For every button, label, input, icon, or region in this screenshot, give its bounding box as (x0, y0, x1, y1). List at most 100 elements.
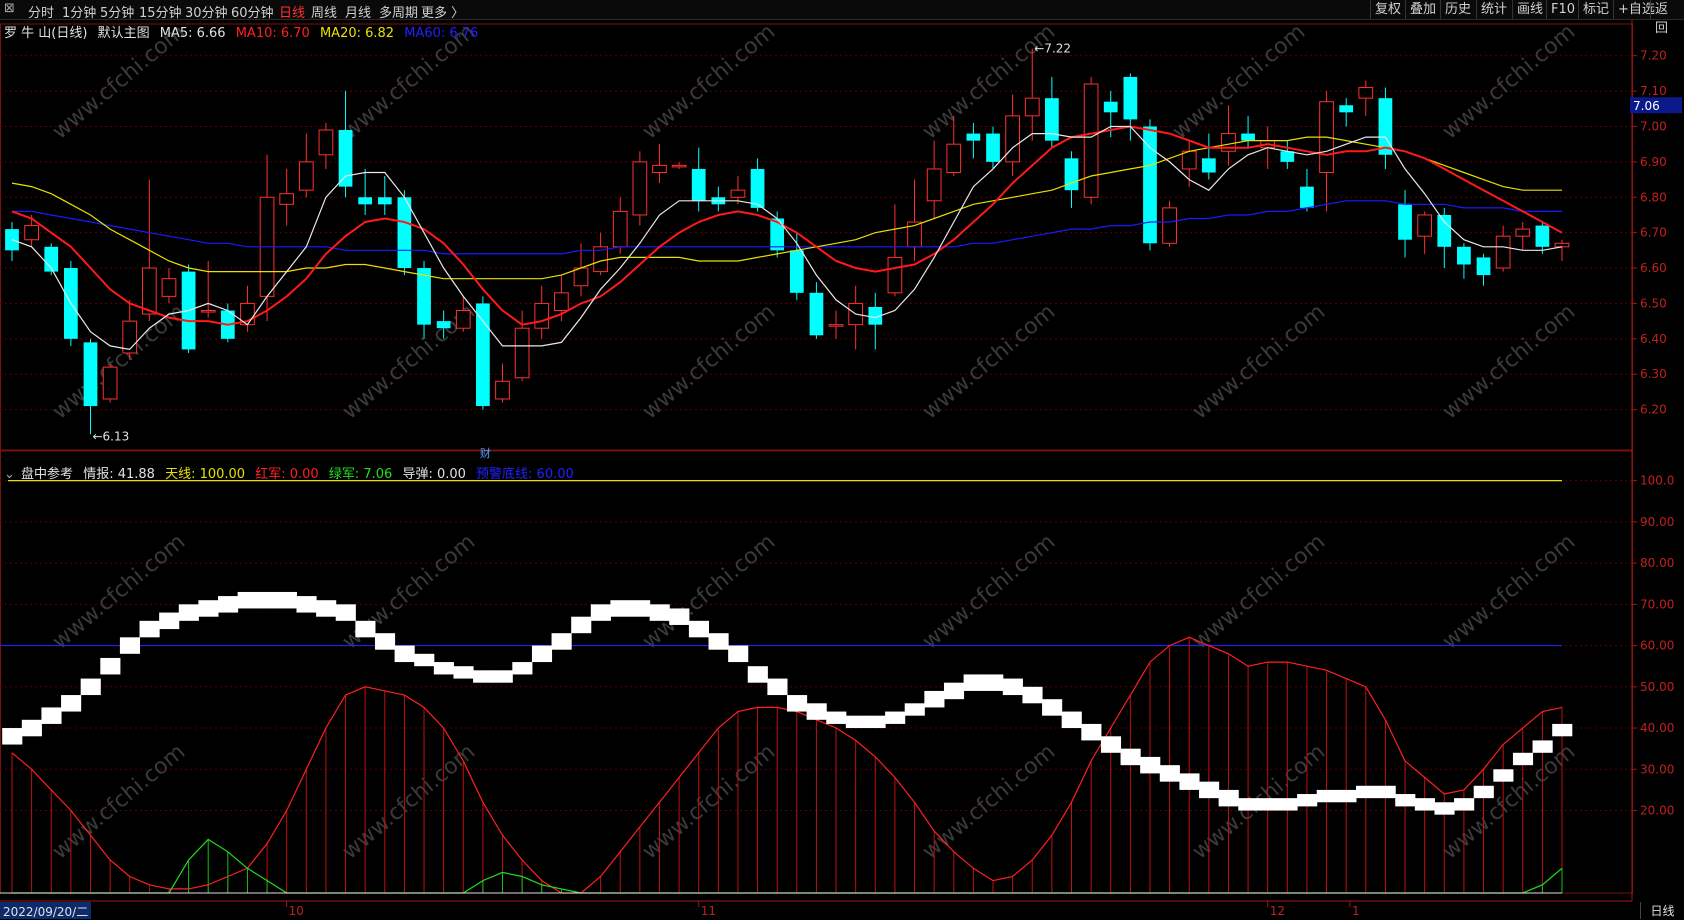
candle (1339, 98, 1354, 127)
candle-body (1554, 242, 1570, 248)
candle-body (1162, 207, 1177, 244)
candle-body (1143, 126, 1157, 244)
ma60-label: MA60: 6.76 (404, 26, 479, 41)
toolbar-button[interactable]: 历史 (1440, 0, 1475, 19)
band-block (218, 596, 239, 613)
band-block (728, 645, 749, 663)
candle (868, 292, 883, 350)
y-tick-label: 90.00 (1640, 515, 1674, 529)
candle-body (1300, 186, 1314, 208)
candle-body (671, 164, 687, 168)
bottom-period-tab[interactable]: 日线 (1640, 902, 1684, 919)
candle-body (652, 164, 667, 173)
candle-body (1103, 101, 1118, 113)
watermark: www.cfchi.com (918, 529, 1060, 654)
band-block (21, 719, 42, 737)
band-block (1042, 699, 1063, 716)
candle (652, 144, 667, 184)
candle-body (828, 324, 844, 327)
candle (1280, 140, 1295, 169)
period-tab[interactable]: 30分钟 (185, 2, 228, 21)
candle (966, 122, 981, 159)
toolbar-button[interactable]: 复权 (1370, 0, 1405, 19)
toolbar-button[interactable]: 返回 (1650, 0, 1684, 36)
band-block (276, 591, 297, 609)
y-tick-label: 6.50 (1640, 296, 1667, 310)
band-block (1100, 736, 1122, 753)
band-block (1355, 785, 1377, 799)
candle (279, 168, 295, 226)
watermark: www.cfchi.com (338, 739, 480, 864)
candle (83, 338, 98, 435)
candle (1045, 76, 1059, 148)
band-block (904, 703, 925, 716)
period-tab[interactable]: 多周期 (379, 2, 418, 21)
candle (828, 310, 844, 339)
candle (1005, 94, 1020, 177)
main-border (0, 23, 1633, 452)
candle-body (1005, 115, 1020, 163)
candle-body (1437, 214, 1452, 247)
candle (691, 147, 706, 212)
watermark: www.cfchi.com (1438, 529, 1580, 654)
period-tab[interactable]: 15分钟 (139, 2, 182, 21)
period-tab[interactable]: 更多 〉 (421, 2, 464, 21)
candle-body (986, 133, 1000, 162)
toolbar-button[interactable]: 叠加 (1405, 0, 1440, 19)
band-block (1238, 798, 1259, 811)
band-block (1434, 802, 1455, 815)
candle-body (1358, 87, 1374, 99)
y-tick-label: 6.20 (1640, 403, 1667, 417)
red-value: 红军: 0.00 (255, 467, 319, 482)
candle-body (1083, 83, 1099, 198)
toolbar-button[interactable]: F10 (1546, 0, 1579, 19)
band-block (453, 666, 474, 679)
y-tick-label: 6.30 (1640, 367, 1667, 381)
period-tab[interactable]: 1分钟 (62, 2, 96, 21)
indicator-title[interactable]: 盘中参考 (21, 467, 73, 482)
band-block (787, 695, 808, 712)
period-tab[interactable]: 日线 (279, 2, 305, 21)
close-icon[interactable]: ⊠ (4, 1, 15, 16)
band-block (630, 600, 651, 617)
candle-body (377, 197, 392, 205)
band-block (924, 690, 945, 708)
candle-body (476, 303, 490, 407)
candle (593, 232, 608, 276)
period-tab[interactable]: 60分钟 (231, 2, 274, 21)
candle (887, 204, 903, 297)
band-block (492, 670, 513, 683)
band-block (2, 728, 23, 745)
band-block (198, 600, 219, 617)
template-label[interactable]: 默认主图 (98, 26, 150, 41)
y-tick-label: 7.10 (1640, 84, 1667, 98)
candle-body (573, 267, 589, 287)
period-tab[interactable]: 分时 (28, 2, 54, 21)
candle (730, 176, 746, 205)
toolbar-button[interactable]: 标记 (1578, 0, 1613, 19)
chevron-down-icon[interactable]: ⌄ (4, 467, 15, 482)
period-tab[interactable]: 周线 (311, 2, 337, 21)
candle (1123, 73, 1138, 141)
band-block (1081, 723, 1102, 741)
candle-body (1398, 204, 1412, 240)
watermark: www.cfchi.com (1438, 299, 1580, 424)
candle-body (1241, 133, 1255, 141)
band-block (1061, 711, 1082, 729)
toolbar-button[interactable]: 画线 (1512, 0, 1547, 19)
band-block (551, 633, 572, 650)
candle (1143, 119, 1157, 251)
toolbar-button[interactable]: 统计 (1476, 0, 1511, 19)
period-tab[interactable]: 5分钟 (100, 2, 134, 21)
band-block (316, 600, 337, 617)
band-block (512, 662, 533, 675)
y-tick-label: 30.00 (1640, 762, 1674, 776)
band-block (1414, 798, 1435, 811)
candle-body (966, 133, 981, 141)
watermarks: www.cfchi.com www.cfchi.com www.cfchi.com w… (48, 20, 1580, 865)
period-tab[interactable]: 月线 (345, 2, 371, 21)
candle-body (24, 225, 39, 241)
candle (298, 133, 314, 198)
candle-body (161, 278, 177, 297)
watermark: www.cfchi.com (48, 529, 190, 654)
